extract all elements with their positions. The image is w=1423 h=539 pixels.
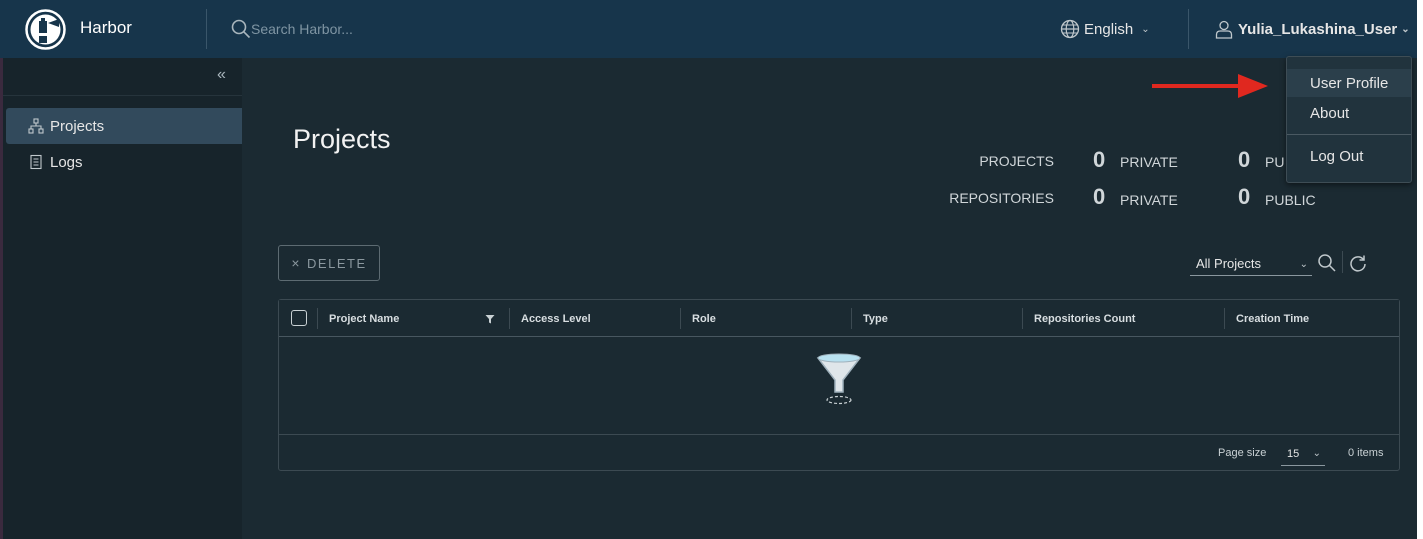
sidebar: « Projects Logs xyxy=(0,58,245,539)
header-divider xyxy=(206,9,207,49)
private-label: PRIVATE xyxy=(1120,154,1178,170)
delete-label: DELETE xyxy=(307,255,367,271)
public-label: PUBLIC xyxy=(1265,192,1316,208)
chevron-down-icon: ⌄ xyxy=(1312,448,1321,459)
annotation-arrow-icon xyxy=(1152,74,1268,98)
sidebar-item-label: Projects xyxy=(50,117,105,135)
column-header-project-name[interactable]: Project Name xyxy=(317,300,509,337)
column-header-type[interactable]: Type xyxy=(851,300,1022,337)
projects-table: Project Name Access Level Role Type Repo… xyxy=(278,299,1400,471)
repositories-public-count: 0 xyxy=(1238,184,1251,209)
search-input[interactable] xyxy=(251,18,491,40)
refresh-icon[interactable] xyxy=(1348,253,1368,273)
language-selector[interactable]: English ⌄ xyxy=(1060,18,1150,40)
repositories-stat-label: REPOSITORIES xyxy=(949,190,1054,206)
page-size-value: 15 xyxy=(1287,447,1300,460)
sidebar-item-label: Logs xyxy=(50,153,83,171)
collapse-sidebar-icon[interactable]: « xyxy=(217,66,226,84)
brand-name[interactable]: Harbor xyxy=(80,18,132,38)
project-filter-select[interactable]: All Projects ⌄ xyxy=(1190,252,1312,276)
column-header-repositories-count[interactable]: Repositories Count xyxy=(1022,300,1224,337)
sidebar-item-projects[interactable]: Projects xyxy=(6,108,245,144)
user-icon xyxy=(1215,20,1233,39)
chevron-down-icon: ⌄ xyxy=(1299,259,1308,270)
toolbar-divider xyxy=(1342,251,1343,273)
menu-item-about[interactable]: About xyxy=(1287,99,1411,127)
sidebar-divider xyxy=(3,95,245,96)
menu-item-user-profile[interactable]: User Profile xyxy=(1287,69,1411,97)
header-divider xyxy=(1188,9,1189,49)
filter-selected-value: All Projects xyxy=(1196,256,1262,271)
search-icon[interactable] xyxy=(1317,253,1337,273)
delete-button[interactable]: × DELETE xyxy=(278,245,380,281)
logs-icon xyxy=(30,154,42,170)
harbor-logo-icon[interactable] xyxy=(25,9,66,50)
user-dropdown-menu: User Profile About Log Out xyxy=(1286,56,1412,183)
items-count: 0 items xyxy=(1348,447,1384,459)
page-title: Projects xyxy=(293,124,391,154)
menu-item-log-out[interactable]: Log Out xyxy=(1287,142,1411,170)
projects-icon xyxy=(28,118,44,134)
column-header-creation-time[interactable]: Creation Time xyxy=(1224,300,1399,337)
column-header-access-level[interactable]: Access Level xyxy=(509,300,680,337)
private-label: PRIVATE xyxy=(1120,192,1178,208)
projects-public-count: 0 xyxy=(1238,147,1251,172)
user-menu-toggle[interactable]: Yulia_Lukashina_User ⌄ xyxy=(1214,18,1410,40)
page-size-select[interactable]: 15 ⌄ xyxy=(1281,442,1325,466)
globe-icon xyxy=(1060,19,1080,39)
chevron-down-icon: ⌄ xyxy=(1401,23,1410,35)
main-content: Projects PROJECTS 0 PRIVATE 0 PU REPOSIT… xyxy=(242,58,1423,539)
sidebar-item-logs[interactable]: Logs xyxy=(6,144,245,180)
projects-private-count: 0 xyxy=(1093,147,1106,172)
projects-stat-label: PROJECTS xyxy=(979,153,1054,169)
chevron-down-icon: ⌄ xyxy=(1141,23,1150,35)
window-edge xyxy=(1417,0,1423,539)
search-icon xyxy=(231,19,251,39)
filter-icon[interactable] xyxy=(485,314,495,324)
public-label: PU xyxy=(1265,154,1285,170)
top-header: Harbor English ⌄ Yulia_Lukashina_User ⌄ xyxy=(0,0,1423,58)
column-header-role[interactable]: Role xyxy=(680,300,851,337)
language-label: English xyxy=(1084,20,1134,38)
user-name: Yulia_Lukashina_User xyxy=(1238,20,1398,38)
page-size-label: Page size xyxy=(1218,447,1267,459)
menu-divider xyxy=(1287,134,1411,135)
close-icon: × xyxy=(291,255,302,271)
repositories-private-count: 0 xyxy=(1093,184,1106,209)
select-all-checkbox[interactable] xyxy=(291,310,307,326)
table-header: Project Name Access Level Role Type Repo… xyxy=(279,300,1399,337)
table-footer: Page size 15 ⌄ 0 items xyxy=(279,434,1399,470)
empty-funnel-icon xyxy=(816,353,862,405)
